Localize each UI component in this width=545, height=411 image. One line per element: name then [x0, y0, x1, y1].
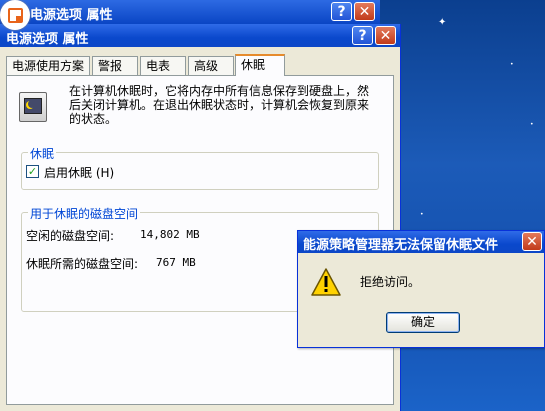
- hibernate-icon: [19, 92, 47, 122]
- error-dialog: 能源策略管理器无法保留休眠文件 ✕ 拒绝访问。 确定: [297, 230, 545, 348]
- dialog-title: 能源策略管理器无法保留休眠文件: [303, 238, 499, 253]
- help-icon[interactable]: ?: [331, 2, 352, 21]
- hibernate-group: 休眠 ✓ 启用休眠 (H): [21, 145, 379, 190]
- power-options-window: 电源选项 属性 ? ✕ 电源使用方案 警报 电表 高级 休眠 在计算机休眠时，它…: [0, 24, 401, 411]
- warning-icon: [311, 268, 341, 296]
- free-space-value: 14,802 MB: [140, 228, 200, 241]
- tab-power-meter[interactable]: 电表: [140, 56, 186, 75]
- desktop-background: ✦ • • •: [380, 0, 545, 411]
- help-icon[interactable]: ?: [352, 26, 373, 45]
- required-space-value: 767 MB: [156, 256, 196, 269]
- star-icon: •: [530, 121, 534, 128]
- required-space-label: 休眠所需的磁盘空间:: [26, 257, 139, 271]
- main-titlebar: 电源选项 属性 ? ✕: [0, 24, 400, 47]
- star-icon: •: [510, 61, 514, 68]
- star-icon: ✦: [438, 17, 447, 28]
- background-window-titlebar: 电源选项 属性 ? ✕: [0, 0, 380, 24]
- dialog-titlebar: 能源策略管理器无法保留休眠文件 ✕: [298, 231, 544, 253]
- tab-power-schemes[interactable]: 电源使用方案: [6, 56, 90, 75]
- enable-hibernate-checkbox[interactable]: ✓: [26, 165, 39, 178]
- tab-hibernate[interactable]: 休眠: [235, 54, 285, 76]
- hibernate-description: 在计算机休眠时，它将内存中所有信息保存到硬盘上，然后关闭计算机。在退出休眠状态时…: [69, 84, 370, 126]
- logo-badge-icon: [0, 0, 30, 30]
- close-icon[interactable]: ✕: [354, 2, 375, 21]
- tab-strip: 电源使用方案 警报 电表 高级 休眠: [6, 54, 396, 76]
- enable-hibernate-label[interactable]: 启用休眠 (H): [44, 164, 114, 181]
- ok-button[interactable]: 确定: [386, 312, 460, 333]
- star-icon: •: [420, 211, 424, 218]
- background-window-title: 电源选项 属性: [30, 8, 113, 23]
- close-icon[interactable]: ✕: [522, 232, 542, 251]
- window-title: 电源选项 属性: [6, 32, 89, 47]
- tab-advanced[interactable]: 高级: [188, 56, 234, 75]
- tab-alarms[interactable]: 警报: [92, 56, 138, 75]
- dialog-message: 拒绝访问。: [360, 275, 421, 289]
- hibernate-group-title: 休眠: [28, 145, 57, 162]
- close-icon[interactable]: ✕: [375, 26, 396, 45]
- disk-space-group-title: 用于休眠的磁盘空间: [28, 205, 141, 222]
- free-space-label: 空闲的磁盘空间:: [26, 229, 115, 243]
